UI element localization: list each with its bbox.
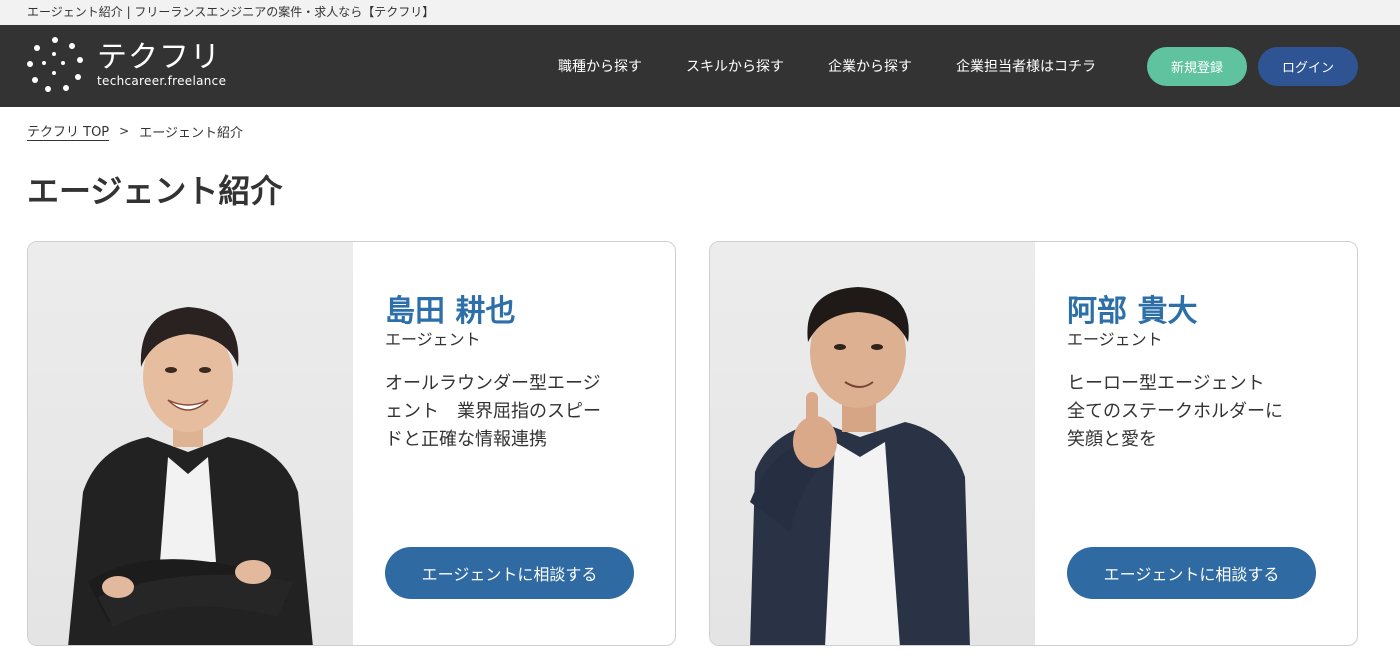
agent-card: 島田 耕也 エージェント オールラウンダー型エージ ェント 業界屈指のスピー ド… xyxy=(27,241,676,646)
breadcrumb-home-link[interactable]: テクフリ TOP xyxy=(27,121,110,141)
consult-agent-button[interactable]: エージェントに相談する xyxy=(385,547,634,599)
agent-description-line: オールラウンダー型エージ xyxy=(385,373,601,394)
logo[interactable]: テクフリ techcareer.freelance xyxy=(27,37,226,93)
consult-agent-button[interactable]: エージェントに相談する xyxy=(1067,547,1316,599)
agent-name: 島田 耕也 xyxy=(385,294,516,329)
agent-photo xyxy=(28,242,353,645)
nav-item-company[interactable]: 企業から探す xyxy=(828,56,912,76)
agent-card: 阿部 貴大 エージェント ヒーロー型エージェント 全てのステークホルダーに 笑顔… xyxy=(709,241,1358,646)
agent-description: ヒーロー型エージェント 全てのステークホルダーに 笑顔と愛を xyxy=(1067,370,1312,454)
nav-item-for-companies[interactable]: 企業担当者様はコチラ xyxy=(956,56,1096,76)
agent-description-line: ヒーロー型エージェント xyxy=(1067,373,1265,394)
nav-item-skill[interactable]: スキルから探す xyxy=(686,56,784,76)
site-header: テクフリ techcareer.freelance 職種から探す スキルから探す… xyxy=(0,25,1400,107)
agent-role: エージェント xyxy=(1067,330,1163,349)
agent-description-line: ェント 業界屈指のスピー xyxy=(385,401,601,422)
main-nav: 職種から探す スキルから探す 企業から探す 企業担当者様はコチラ xyxy=(558,25,1096,107)
topbar-text: エージェント紹介 | フリーランスエンジニアの案件・求人なら【テクフリ】 xyxy=(27,5,435,19)
agent-role: エージェント xyxy=(385,330,481,349)
topbar: エージェント紹介 | フリーランスエンジニアの案件・求人なら【テクフリ】 xyxy=(0,0,1400,25)
logo-subtitle: techcareer.freelance xyxy=(97,74,227,88)
logo-name: テクフリ xyxy=(97,40,221,75)
register-button[interactable]: 新規登録 xyxy=(1147,47,1247,86)
nav-item-job-type[interactable]: 職種から探す xyxy=(558,56,642,76)
agent-description-line: 全てのステークホルダーに xyxy=(1067,401,1283,422)
breadcrumb: テクフリ TOP > エージェント紹介 xyxy=(27,121,243,141)
breadcrumb-separator: > xyxy=(119,124,130,138)
logo-dots-icon xyxy=(27,37,83,93)
login-button[interactable]: ログイン xyxy=(1258,47,1358,86)
agent-photo xyxy=(710,242,1035,645)
agent-description-line: 笑顔と愛を xyxy=(1067,429,1157,450)
agent-name: 阿部 貴大 xyxy=(1067,294,1198,329)
agent-description: オールラウンダー型エージ ェント 業界屈指のスピー ドと正確な情報連携 xyxy=(385,370,630,454)
page-title: エージェント紹介 xyxy=(27,172,283,210)
agent-description-line: ドと正確な情報連携 xyxy=(385,429,547,450)
breadcrumb-current: エージェント紹介 xyxy=(139,125,243,141)
